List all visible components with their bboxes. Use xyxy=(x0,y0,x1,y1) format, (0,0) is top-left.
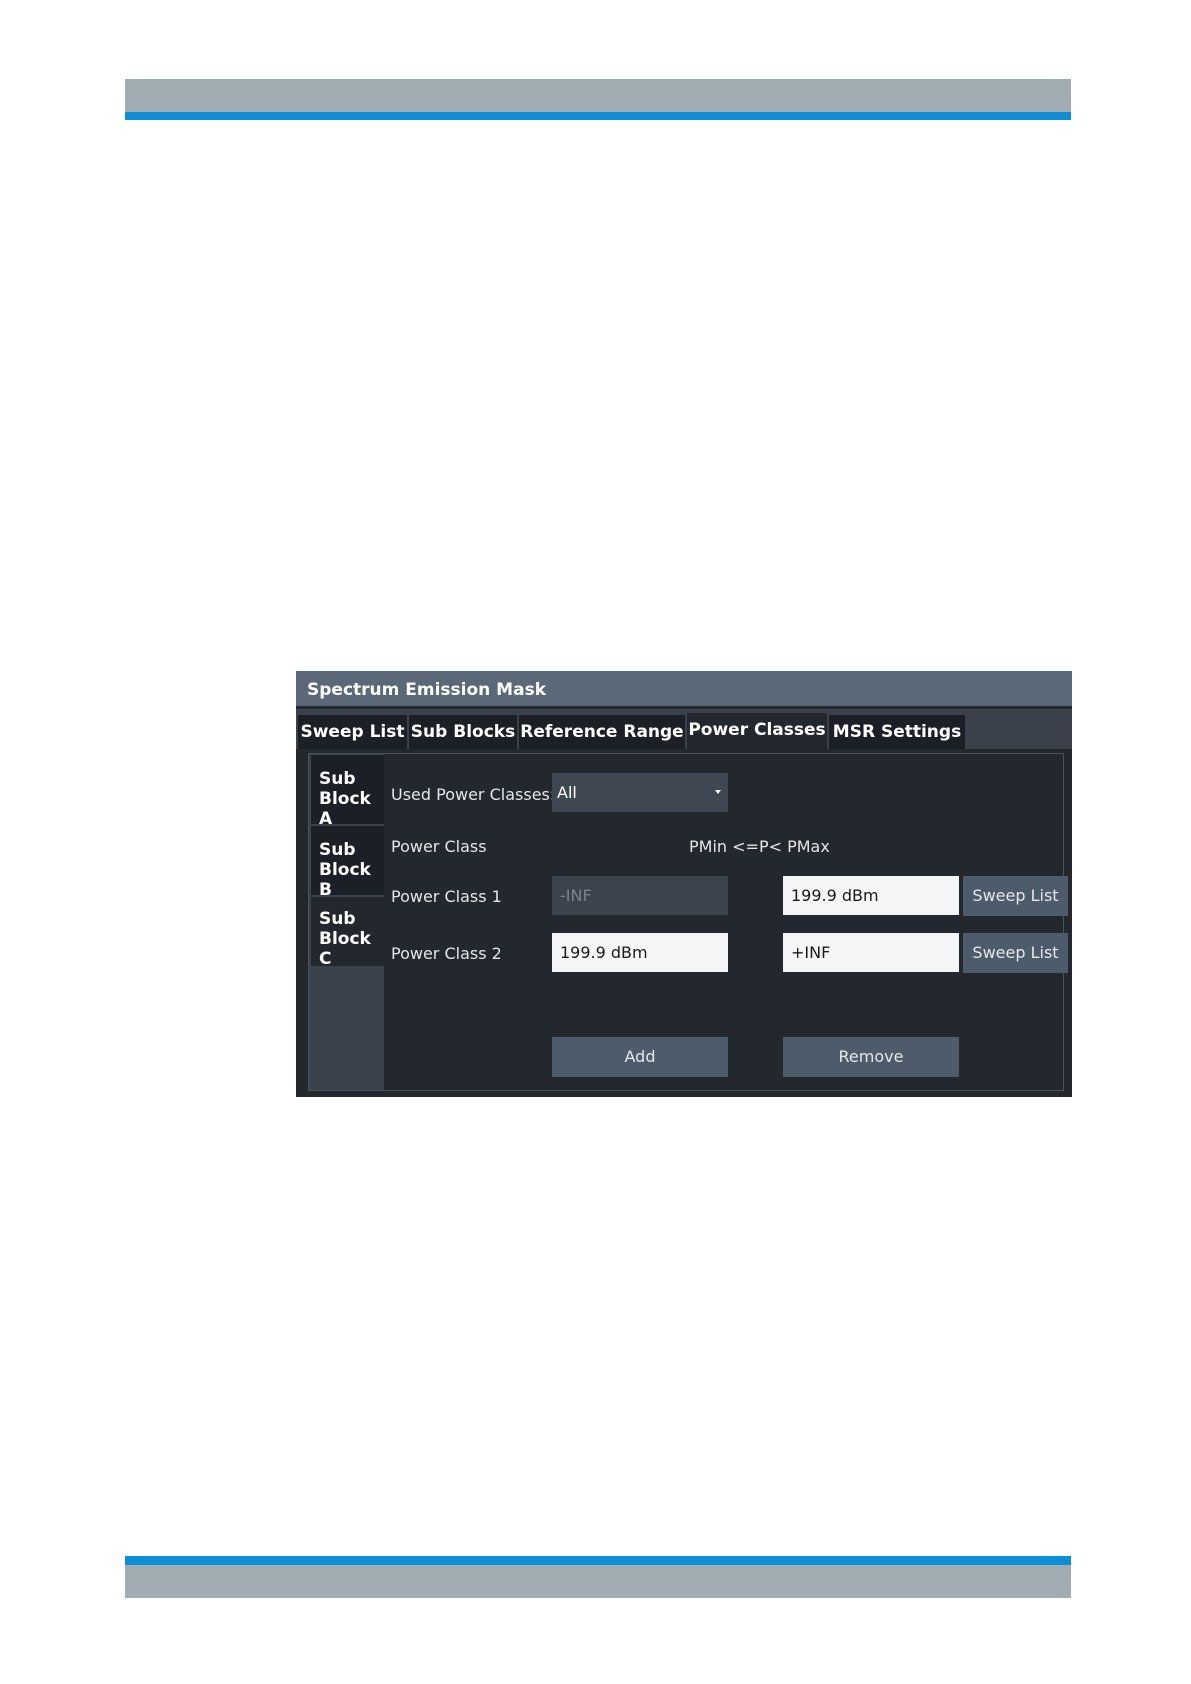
page-footer-accent xyxy=(125,1556,1071,1565)
power-class-2-pmin-field[interactable]: 199.9 dBm xyxy=(552,933,728,972)
sub-block-a-line1: Sub xyxy=(319,769,356,789)
sub-block-b-line1: Sub xyxy=(319,840,356,860)
power-class-header: Power Class xyxy=(391,837,487,856)
tab-reference-range[interactable]: Reference Range xyxy=(519,715,685,749)
power-class-1-sweep-list-button[interactable]: Sweep List xyxy=(963,876,1068,916)
sub-block-a-line2: Block A xyxy=(319,789,371,829)
sub-block-c-line2: Block C xyxy=(319,929,371,969)
dialog-titlebar: Spectrum Emission Mask xyxy=(296,671,1072,706)
range-header: PMin <=P< PMax xyxy=(689,837,830,856)
page-footer-bar xyxy=(125,1565,1071,1598)
power-class-1-pmin-field: -INF xyxy=(552,876,728,915)
sub-block-c-line1: Sub xyxy=(319,909,356,929)
sub-block-a-tab[interactable]: Sub Block A xyxy=(311,755,384,829)
power-class-2-label: Power Class 2 xyxy=(391,944,502,963)
chevron-down-icon xyxy=(715,790,721,794)
sub-block-b-line2: Block B xyxy=(319,860,371,900)
add-button[interactable]: Add xyxy=(552,1037,728,1077)
power-class-1-label: Power Class 1 xyxy=(391,887,502,906)
page-header-bar xyxy=(125,79,1071,112)
sub-block-b-tab[interactable]: Sub Block B xyxy=(311,826,384,900)
used-power-classes-value: All xyxy=(557,783,577,802)
remove-button[interactable]: Remove xyxy=(783,1037,959,1077)
power-class-1-pmax-field[interactable]: 199.9 dBm xyxy=(783,876,959,915)
tab-sub-blocks[interactable]: Sub Blocks xyxy=(409,715,517,749)
dialog-title: Spectrum Emission Mask xyxy=(307,680,546,700)
tab-sweep-list[interactable]: Sweep List xyxy=(298,715,407,749)
page-header-accent xyxy=(125,112,1071,120)
power-class-2-sweep-list-button[interactable]: Sweep List xyxy=(963,933,1068,973)
tab-power-classes[interactable]: Power Classes xyxy=(687,713,827,749)
tab-msr-settings[interactable]: MSR Settings xyxy=(829,715,965,749)
used-power-classes-dropdown[interactable]: All xyxy=(552,773,728,812)
spectrum-emission-mask-dialog: Spectrum Emission Mask Sweep List Sub Bl… xyxy=(296,671,1072,1097)
sub-block-c-tab[interactable]: Sub Block C xyxy=(311,897,384,969)
used-power-classes-label: Used Power Classes: xyxy=(391,785,556,804)
power-class-2-pmax-field[interactable]: +INF xyxy=(783,933,959,972)
